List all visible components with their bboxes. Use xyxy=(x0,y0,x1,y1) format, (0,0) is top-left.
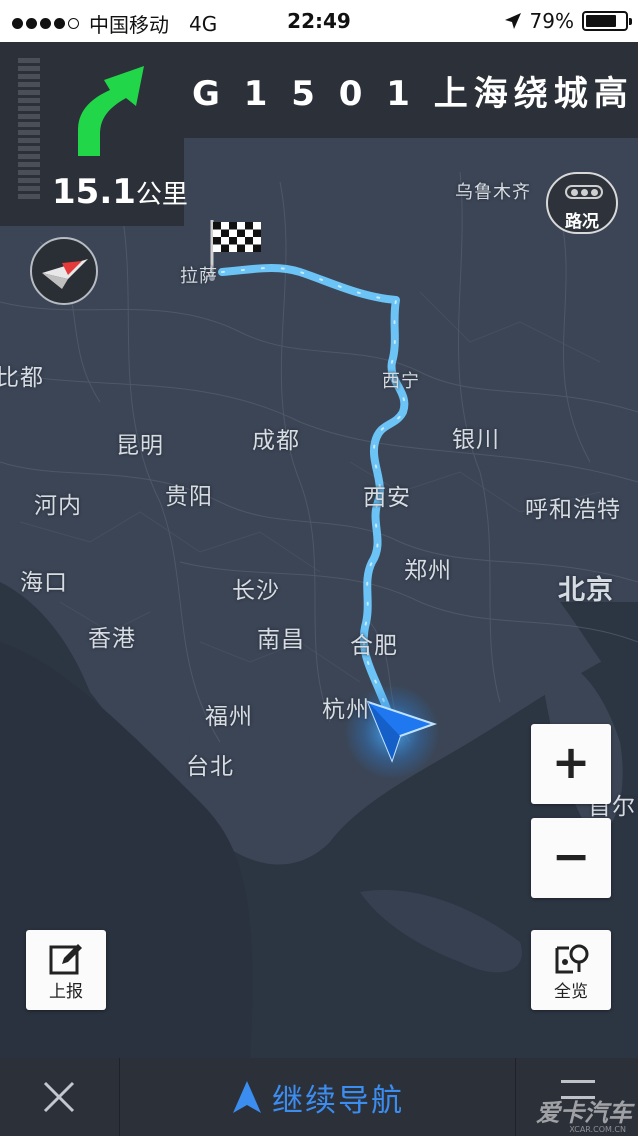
status-bar: 中国移动 4G 22:49 79% xyxy=(0,0,638,42)
city-label: 西宁 xyxy=(382,371,420,392)
watermark-brand: 爱卡汽车 xyxy=(536,1099,632,1127)
city-label: 昆明 xyxy=(116,433,164,459)
city-label: 郑州 xyxy=(404,558,452,584)
gps-signal-indicator xyxy=(18,58,40,208)
city-label: 比都 xyxy=(0,365,44,391)
continue-navigation-label: 继续导航 xyxy=(272,1082,404,1119)
navigation-arrow-icon xyxy=(233,1081,261,1113)
route-overview-icon xyxy=(555,944,589,974)
compass-button[interactable] xyxy=(30,237,98,305)
city-label: 拉萨 xyxy=(180,266,218,287)
report-label: 上报 xyxy=(49,982,83,1002)
menu-icon xyxy=(561,1080,595,1083)
continue-navigation-button[interactable]: 继续导航 xyxy=(121,1058,515,1136)
turn-right-arrow-icon xyxy=(78,66,144,156)
navigation-screen: 乌鲁木齐 拉萨 西宁 银川 成都 昆明 贵阳 西安 呼和浩特 河内 郑州 北京 … xyxy=(0,0,638,1136)
city-label: 南昌 xyxy=(257,627,305,653)
distance-value: 15.1 xyxy=(52,172,136,212)
close-icon xyxy=(43,1081,75,1113)
distance-to-turn: 15.1公里 xyxy=(52,172,188,212)
distance-unit: 公里 xyxy=(135,180,188,210)
watermark-site: XCAR.COM.CN xyxy=(569,1125,626,1134)
overview-label: 全览 xyxy=(554,982,588,1002)
exit-navigation-button[interactable] xyxy=(0,1058,120,1136)
report-button[interactable]: 上报 xyxy=(26,930,106,1010)
overview-button[interactable]: 全览 xyxy=(531,930,611,1010)
city-label: 长沙 xyxy=(232,578,280,604)
city-label: 西安 xyxy=(363,485,411,511)
city-label: 福州 xyxy=(205,704,253,730)
battery-percent: 79% xyxy=(529,9,574,33)
traffic-label: 路况 xyxy=(565,212,599,232)
city-label: 乌鲁木齐 xyxy=(455,182,531,203)
city-label: 银川 xyxy=(452,427,500,453)
city-label: 贵阳 xyxy=(165,484,213,510)
bottom-action-bar: 继续导航 爱卡汽车 XCAR.COM.CN xyxy=(0,1058,638,1136)
zoom-out-button[interactable]: − xyxy=(531,818,611,898)
city-label: 海口 xyxy=(20,570,68,596)
battery-icon xyxy=(582,11,632,31)
city-label: 成都 xyxy=(252,428,300,454)
city-label: 呼和浩特 xyxy=(525,497,621,523)
city-label: 香港 xyxy=(88,626,136,652)
location-arrow-icon xyxy=(504,13,521,29)
traffic-light-icon xyxy=(565,185,603,199)
road-name: G 1 5 0 1 上海绕城高... xyxy=(192,74,632,114)
report-edit-icon xyxy=(49,944,82,975)
compass-icon xyxy=(42,259,88,289)
city-label: 河内 xyxy=(34,493,82,519)
city-label: 北京 xyxy=(558,575,614,606)
traffic-toggle-button[interactable]: 路况 xyxy=(546,172,618,234)
city-label: 合肥 xyxy=(350,633,398,659)
city-label: 杭州 xyxy=(322,697,370,723)
city-label: 台北 xyxy=(186,754,234,780)
zoom-in-button[interactable]: + xyxy=(531,724,611,804)
